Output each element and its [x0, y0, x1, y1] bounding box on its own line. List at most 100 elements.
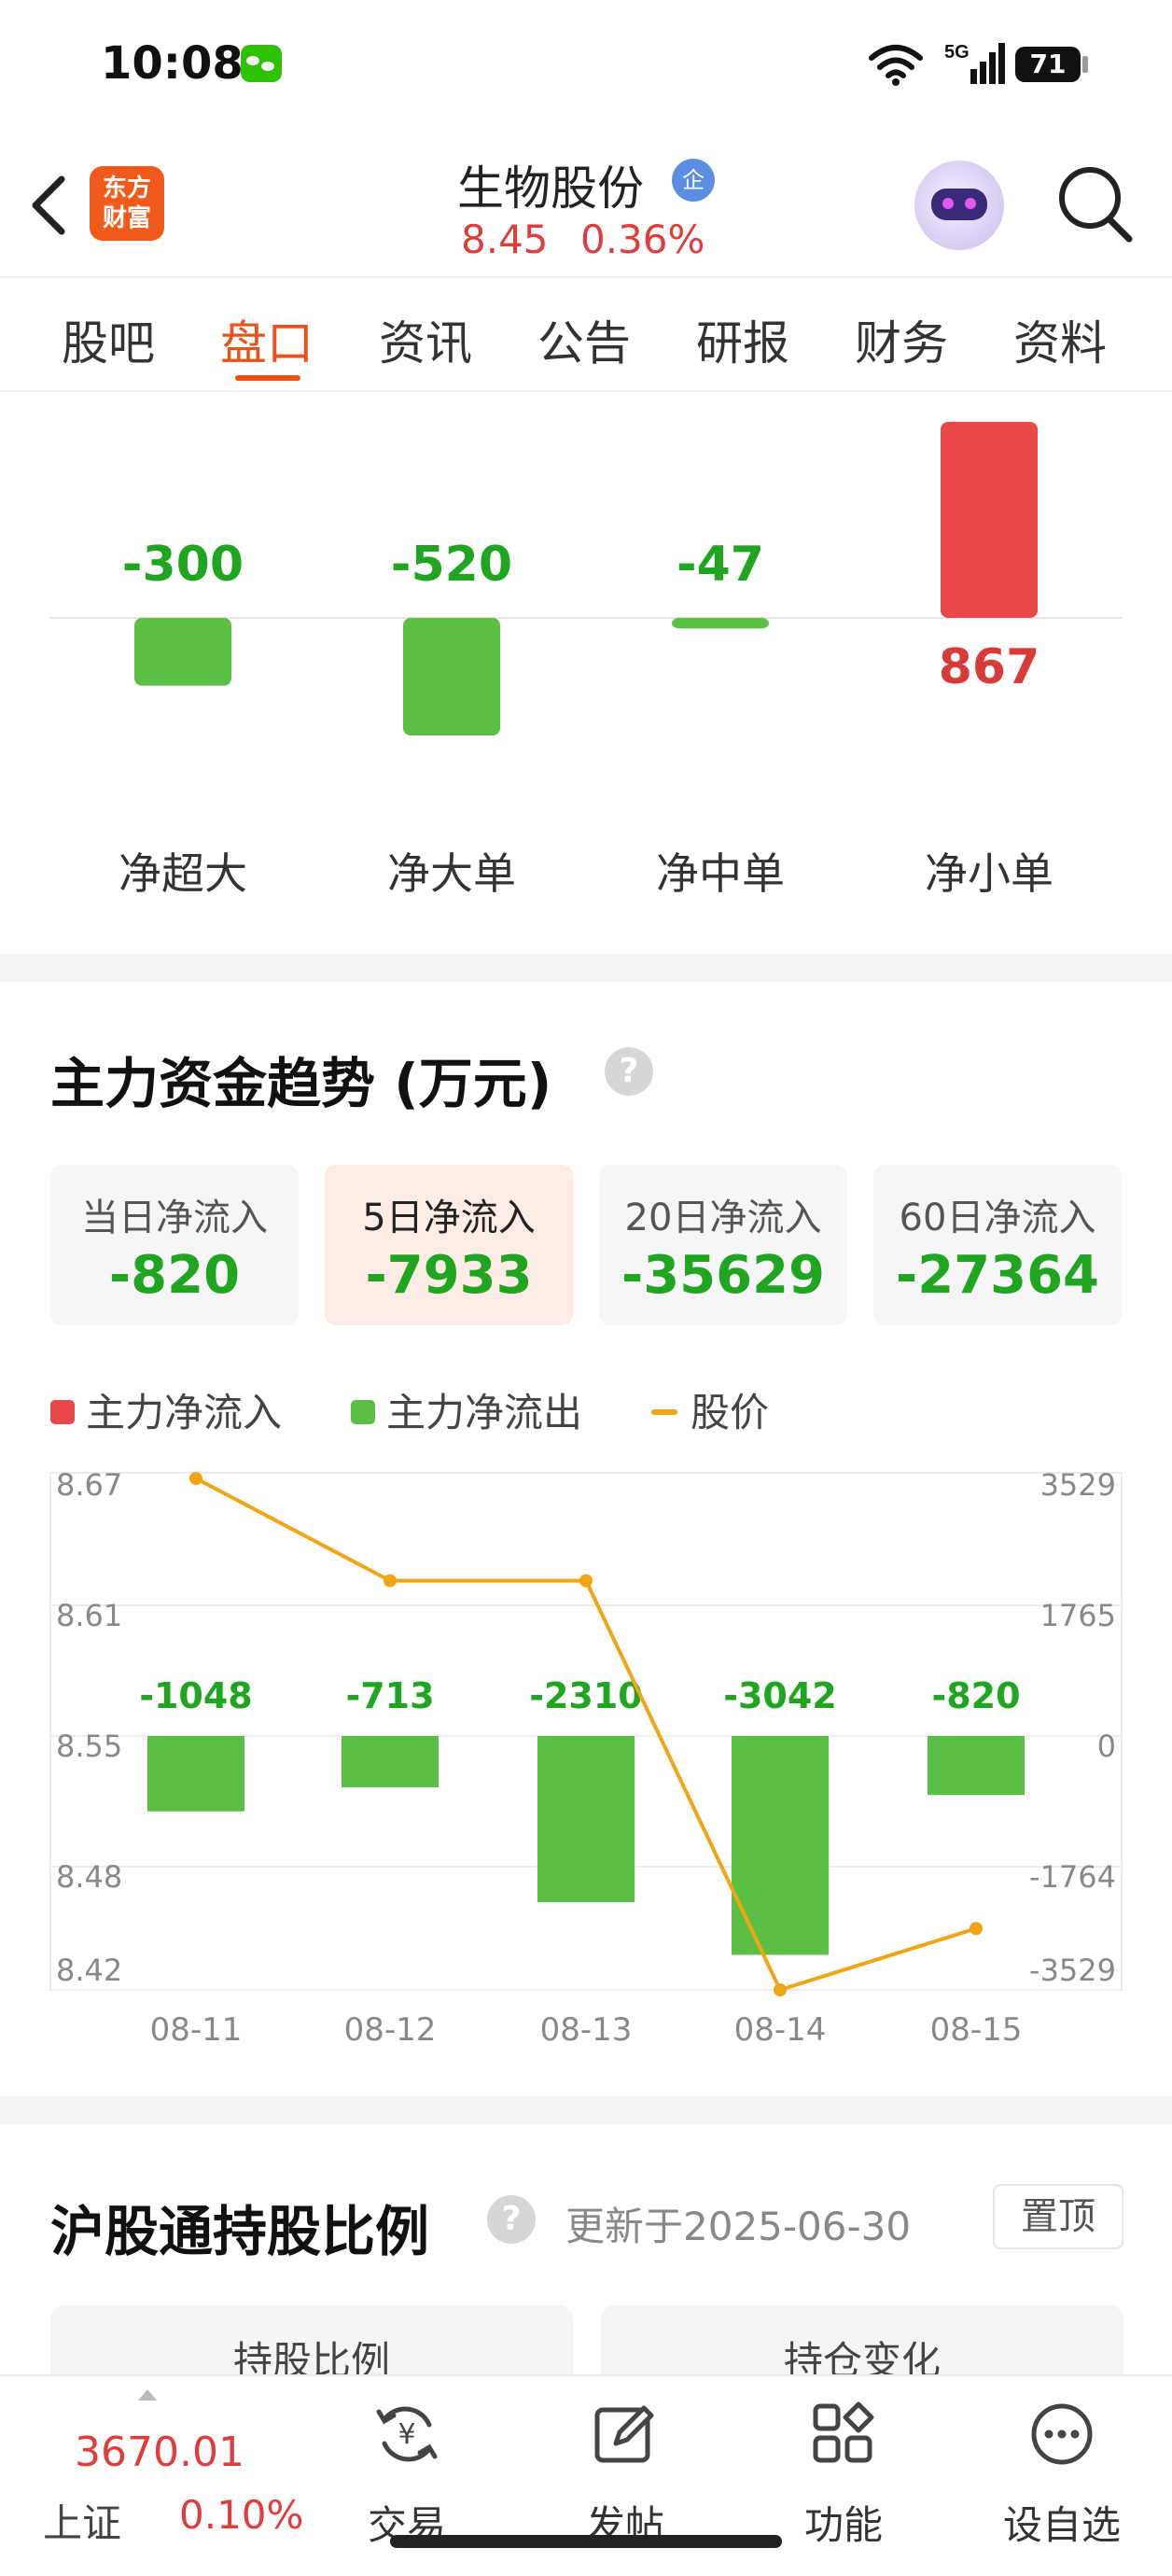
- x-axis-tick: 08-12: [344, 2011, 437, 2049]
- hk-updated-date: 更新于2025-06-30: [565, 2204, 912, 2249]
- expand-arrow-icon[interactable]: [138, 2389, 157, 2401]
- left-axis-tick: 8.48: [56, 1859, 122, 1895]
- net-flow-bars: -300 -520 -47 867: [50, 422, 1122, 735]
- trend-bar: [342, 1736, 439, 1787]
- wechat-icon: [241, 45, 282, 82]
- flow-category-label: 净超大: [119, 848, 247, 899]
- card-label: 5日净流入: [362, 1197, 536, 1239]
- post-icon: [594, 2405, 654, 2463]
- pin-top-button[interactable]: 置顶: [993, 2184, 1123, 2249]
- wifi-icon: [869, 45, 923, 86]
- flow-value-label: -47: [677, 537, 764, 593]
- tab-guba[interactable]: 股吧: [62, 306, 155, 373]
- left-axis-tick: 8.61: [56, 1598, 122, 1633]
- stock-tabs: 股吧 盘口 资讯 公告 研报 财务 资料: [0, 289, 1172, 392]
- right-axis-tick: 1765: [1040, 1598, 1116, 1633]
- tab-profile[interactable]: 资料: [1013, 306, 1107, 373]
- card-value: -35629: [621, 1245, 826, 1306]
- legend-label: 主力净流出: [386, 1390, 583, 1435]
- right-axis-tick: -3529: [1029, 1953, 1116, 1988]
- section-separator: [0, 954, 1172, 982]
- more-icon: [1031, 2403, 1093, 2465]
- trend-bar: [928, 1736, 1025, 1796]
- x-axis-tick: 08-15: [930, 2011, 1023, 2049]
- index-change-pct[interactable]: 0.10%: [179, 2492, 303, 2538]
- home-indicator: [390, 2535, 782, 2548]
- app-logo[interactable]: 东方 财富: [90, 166, 164, 241]
- x-axis-tick: 08-11: [150, 2011, 243, 2049]
- trend-bar-label: -3042: [723, 1675, 837, 1716]
- search-icon[interactable]: [1054, 162, 1135, 246]
- plot-area: [49, 1472, 1123, 1991]
- trend-bar: [147, 1736, 244, 1812]
- tab-research[interactable]: 研报: [696, 306, 789, 373]
- nav-add-watchlist[interactable]: 设自选: [987, 2376, 1137, 2563]
- flow-bar: [134, 618, 231, 686]
- tab-pankou[interactable]: 盘口: [220, 306, 314, 373]
- status-bar: 10:08 5G 71: [0, 0, 1172, 131]
- stock-price: 8.45: [461, 217, 549, 262]
- right-axis-tick: 0: [1097, 1729, 1116, 1764]
- legend-swatch: [651, 1408, 677, 1415]
- section-separator: [0, 2096, 1172, 2124]
- nav-functions[interactable]: 功能: [769, 2376, 918, 2563]
- flow-card-5day[interactable]: 5日净流入 -7933: [325, 1165, 573, 1325]
- legend-swatch: [351, 1399, 375, 1424]
- trend-bar-label: -1048: [139, 1675, 253, 1716]
- left-axis-tick: 8.42: [56, 1953, 122, 1988]
- tab-news[interactable]: 资讯: [379, 306, 472, 373]
- net-flow-chart: -300 -520 -47 867 净超大 净大单 净中单 净小单: [0, 392, 1172, 952]
- index-value[interactable]: 3670.01: [75, 2429, 244, 2476]
- legend-item-price: 股价: [651, 1381, 769, 1438]
- enterprise-badge: 企: [672, 159, 715, 202]
- back-icon[interactable]: [21, 168, 77, 243]
- robot-assistant-icon[interactable]: [914, 161, 1004, 250]
- apps-icon: [813, 2401, 874, 2463]
- help-icon[interactable]: ?: [605, 1047, 653, 1096]
- trend-title: 主力资金趋势 (万元): [50, 1052, 552, 1115]
- tab-finance[interactable]: 财务: [855, 306, 948, 373]
- flow-category-label: 净小单: [925, 848, 1053, 899]
- legend-swatch: [50, 1399, 75, 1424]
- trend-bar: [537, 1736, 635, 1903]
- battery-tip: [1082, 56, 1088, 73]
- flow-bar: [672, 618, 769, 629]
- left-axis-tick: 8.67: [56, 1467, 122, 1503]
- flow-card-today[interactable]: 当日净流入 -820: [50, 1165, 299, 1325]
- left-axis-tick: 8.55: [56, 1729, 122, 1764]
- nav-label: 设自选: [1002, 2502, 1121, 2548]
- flow-category-label: 净大单: [387, 848, 516, 899]
- capital-trend-chart: 8.67 8.61 8.55 8.48 8.42 3529 1765 0 -1764 -3529 -…: [49, 1467, 1123, 2049]
- price-point: [384, 1574, 397, 1588]
- help-icon[interactable]: ?: [487, 2195, 536, 2244]
- card-label: 60日净流入: [899, 1197, 1096, 1239]
- x-axis-tick: 08-13: [540, 2011, 633, 2049]
- legend-label: 主力净流入: [86, 1390, 283, 1435]
- flow-category-label: 净中单: [656, 848, 785, 899]
- hk-connect-title: 沪股通持股比例: [50, 2200, 430, 2263]
- legend-label: 股价: [691, 1390, 770, 1435]
- right-axis-tick: 3529: [1040, 1467, 1116, 1503]
- card-label: 当日净流入: [81, 1197, 268, 1239]
- index-name[interactable]: 上证: [43, 2492, 121, 2549]
- price-line: [195, 1477, 977, 1993]
- flow-card-20day[interactable]: 20日净流入 -35629: [599, 1165, 847, 1325]
- flow-value-label: -520: [391, 537, 512, 593]
- card-value: -820: [108, 1245, 241, 1306]
- nav-label: 功能: [803, 2502, 883, 2548]
- price-point: [970, 1922, 983, 1936]
- stock-name: 生物股份: [457, 161, 644, 216]
- signal-icon: 5G: [944, 42, 1005, 84]
- svg-text:¥: ¥: [398, 2418, 415, 2451]
- price-point: [189, 1472, 202, 1485]
- flow-value-label: -300: [122, 537, 244, 593]
- x-axis-tick: 08-14: [734, 2011, 827, 2049]
- price-point: [579, 1574, 593, 1588]
- flow-card-60day[interactable]: 60日净流入 -27364: [873, 1165, 1122, 1325]
- trend-bar-label: -2310: [529, 1675, 643, 1716]
- tab-announcements[interactable]: 公告: [537, 306, 631, 373]
- divider: [0, 276, 1172, 278]
- card-value: -27364: [895, 1245, 1100, 1306]
- network-label: 5G: [944, 42, 970, 63]
- flow-value-label: 867: [939, 639, 1040, 695]
